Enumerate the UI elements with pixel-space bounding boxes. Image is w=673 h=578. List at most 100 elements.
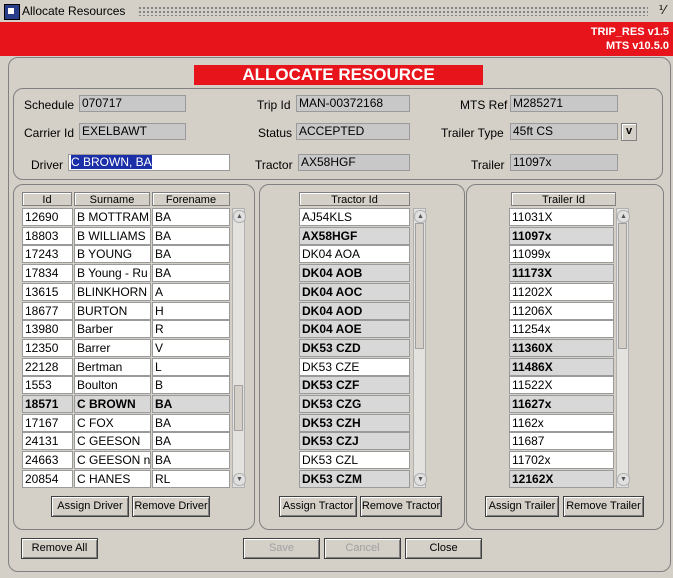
driver-field[interactable]: C BROWN, BA [68,154,230,171]
tractor-id-cell[interactable]: DK53 CZE [299,357,410,376]
trailer-id-cell[interactable]: 11206X [509,301,614,320]
remove-trailer-button[interactable]: Remove Trailer [563,496,644,517]
trailer-id-cell[interactable]: 11687 [509,432,614,451]
tractor-id-cell[interactable]: AJ54KLS [299,208,410,226]
driver-forename-cell[interactable]: BA [152,395,230,413]
driver-surname-cell[interactable]: Barrer [74,338,151,357]
driver-surname-cell[interactable]: B WILLIAMS [74,226,151,245]
driver-forename-cell[interactable]: BA [152,413,230,432]
driver-forename-cell[interactable]: B [152,376,230,395]
assign-tractor-button[interactable]: Assign Tractor [279,496,357,517]
tractors-scrollbar[interactable]: ▲ ▼ [413,208,427,488]
driver-id-cell[interactable]: 24131 [22,432,73,451]
tractor-id-cell[interactable]: DK04 AOE [299,320,410,339]
driver-id-cell[interactable]: 17167 [22,413,73,432]
remove-tractor-button[interactable]: Remove Tractor [360,496,442,517]
scroll-down-icon[interactable]: ▼ [414,473,427,486]
driver-id-cell[interactable]: 18571 [22,395,73,413]
driver-forename-column-header[interactable]: Forename [152,192,230,206]
trailer-id-cell[interactable]: 12162X [509,469,614,488]
trailer-id-cell[interactable]: 11031X [509,208,614,226]
tractor-field[interactable]: AX58HGF [298,154,410,171]
driver-surname-cell[interactable]: C GEESON [74,432,151,451]
trailer-id-cell[interactable]: 11099x [509,245,614,264]
carrier-id-field[interactable]: EXELBAWT [79,123,186,140]
tractor-id-column-header[interactable]: Tractor Id [299,192,410,206]
trailer-id-cell[interactable]: 11627x [509,395,614,413]
scroll-up-icon[interactable]: ▲ [414,210,427,223]
driver-surname-cell[interactable]: C FOX [74,413,151,432]
tractor-id-cell[interactable]: DK53 CZH [299,413,410,432]
driver-id-cell[interactable]: 13980 [22,320,73,339]
remove-all-button[interactable]: Remove All [21,538,98,559]
driver-id-cell[interactable]: 12690 [22,208,73,226]
cancel-button[interactable]: Cancel [324,538,401,559]
schedule-field[interactable]: 070717 [79,95,186,112]
driver-surname-cell[interactable]: C GEESON ni [74,451,151,470]
tractor-id-cell[interactable]: DK53 CZM [299,469,410,488]
driver-surname-cell[interactable]: C BROWN [74,395,151,413]
driver-surname-cell[interactable]: Bertman [74,357,151,376]
assign-trailer-button[interactable]: Assign Trailer [485,496,559,517]
driver-surname-cell[interactable]: B Young - Ru [74,264,151,283]
driver-surname-cell[interactable]: B MOTTRAM [74,208,151,226]
driver-id-cell[interactable]: 13615 [22,282,73,301]
driver-surname-cell[interactable]: Boulton [74,376,151,395]
trailer-type-lov-button[interactable]: v [621,123,637,141]
scroll-up-icon[interactable]: ▲ [617,210,630,223]
driver-forename-cell[interactable]: BA [152,226,230,245]
drivers-scroll-thumb[interactable] [234,385,243,431]
driver-id-cell[interactable]: 12350 [22,338,73,357]
driver-forename-cell[interactable]: BA [152,432,230,451]
trailer-id-cell[interactable]: 11360X [509,338,614,357]
tractor-id-cell[interactable]: DK53 CZL [299,451,410,470]
tractor-id-cell[interactable]: AX58HGF [299,226,410,245]
tractor-id-cell[interactable]: DK04 AOD [299,301,410,320]
driver-forename-cell[interactable]: BA [152,451,230,470]
trailer-id-cell[interactable]: 11097x [509,226,614,245]
tractor-id-cell[interactable]: DK04 AOA [299,245,410,264]
close-button[interactable]: Close [405,538,482,559]
driver-id-cell[interactable]: 18803 [22,226,73,245]
driver-surname-cell[interactable]: Barber [74,320,151,339]
tractors-scroll-thumb[interactable] [415,223,424,349]
trailer-id-cell[interactable]: 11254x [509,320,614,339]
assign-driver-button[interactable]: Assign Driver [51,496,129,517]
tractor-id-cell[interactable]: DK04 AOB [299,264,410,283]
trailer-id-column-header[interactable]: Trailer Id [511,192,616,206]
scroll-down-icon[interactable]: ▼ [617,473,630,486]
tractor-id-cell[interactable]: DK04 AOC [299,282,410,301]
trailer-id-cell[interactable]: 11702x [509,451,614,470]
trailers-scroll-thumb[interactable] [618,223,627,349]
driver-id-column-header[interactable]: Id [22,192,72,206]
save-button[interactable]: Save [243,538,320,559]
driver-forename-cell[interactable]: H [152,301,230,320]
status-field[interactable]: ACCEPTED [296,123,410,140]
trailer-id-cell[interactable]: 11486X [509,357,614,376]
title-bar-grip[interactable] [138,6,648,16]
trailer-id-cell[interactable]: 11522X [509,376,614,395]
driver-forename-cell[interactable]: L [152,357,230,376]
driver-forename-cell[interactable]: RL [152,469,230,488]
driver-id-cell[interactable]: 18677 [22,301,73,320]
scroll-up-icon[interactable]: ▲ [233,210,246,223]
driver-forename-cell[interactable]: V [152,338,230,357]
driver-surname-cell[interactable]: BLINKHORN [74,282,151,301]
minimize-icon[interactable]: ⅟ [655,3,669,17]
driver-forename-cell[interactable]: A [152,282,230,301]
drivers-scrollbar[interactable]: ▲ ▼ [232,208,246,488]
driver-surname-cell[interactable]: B YOUNG [74,245,151,264]
scroll-down-icon[interactable]: ▼ [233,473,246,486]
driver-surname-cell[interactable]: C HANES [74,469,151,488]
driver-surname-cell[interactable]: BURTON [74,301,151,320]
driver-id-cell[interactable]: 1553 [22,376,73,395]
driver-forename-cell[interactable]: BA [152,208,230,226]
driver-forename-cell[interactable]: BA [152,245,230,264]
tractor-id-cell[interactable]: DK53 CZG [299,395,410,413]
driver-id-cell[interactable]: 24663 [22,451,73,470]
trailer-id-cell[interactable]: 11202X [509,282,614,301]
mts-ref-field[interactable]: M285271 [510,95,618,112]
driver-id-cell[interactable]: 17834 [22,264,73,283]
driver-id-cell[interactable]: 20854 [22,469,73,488]
remove-driver-button[interactable]: Remove Driver [132,496,210,517]
